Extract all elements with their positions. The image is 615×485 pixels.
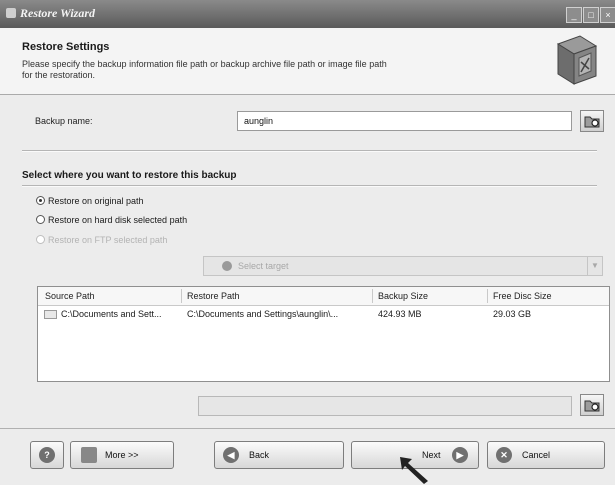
backup-cube-icon <box>556 35 598 85</box>
description-line-1: Please specify the backup information fi… <box>22 59 387 69</box>
backup-name-field[interactable]: aunglin <box>237 111 572 131</box>
table-header: Source Path Restore Path Backup Size Fre… <box>38 287 609 306</box>
radio-hard-disk-path-label: Restore on hard disk selected path <box>48 215 188 225</box>
chevron-down-icon: ▼ <box>587 257 602 275</box>
browse-restore-path-button[interactable] <box>580 394 604 416</box>
column-source-path[interactable]: Source Path <box>45 291 95 301</box>
folder-icon <box>44 310 57 319</box>
column-backup-size[interactable]: Backup Size <box>378 291 428 301</box>
restore-path-field <box>198 396 572 416</box>
minimize-icon[interactable]: _ <box>566 7 582 23</box>
wizard-header: Restore Settings Please specify the back… <box>0 28 615 95</box>
more-button[interactable]: More >> <box>70 441 174 469</box>
select-target-placeholder: Select target <box>238 261 289 271</box>
help-button[interactable]: ? <box>30 441 64 469</box>
pointer-arrow-icon <box>400 457 428 484</box>
browse-folder-icon <box>584 400 600 412</box>
restore-paths-table: Source Path Restore Path Backup Size Fre… <box>37 286 610 382</box>
description-line-2: for the restoration. <box>22 70 96 80</box>
column-separator <box>181 289 182 303</box>
column-restore-path[interactable]: Restore Path <box>187 291 240 301</box>
table-row[interactable]: C:\Documents and Sett... C:\Documents an… <box>38 306 609 322</box>
help-icon: ? <box>39 447 55 463</box>
restore-location-title: Select where you want to restore this ba… <box>22 170 237 181</box>
cell-backup-size: 424.93 MB <box>378 309 422 319</box>
close-icon[interactable]: × <box>600 7 615 23</box>
window-title: Restore Wizard <box>20 6 96 20</box>
maximize-icon[interactable]: □ <box>583 7 599 23</box>
cancel-button-label: Cancel <box>522 450 551 460</box>
browse-backup-button[interactable] <box>580 110 604 132</box>
column-separator <box>487 289 488 303</box>
back-button[interactable]: ◀ Back <box>214 441 344 469</box>
backup-name-label: Backup name: <box>35 116 93 126</box>
radio-ftp-path: Restore on FTP selected path <box>36 235 167 245</box>
cell-source-path: C:\Documents and Sett... <box>61 309 162 319</box>
cell-free-disc-size: 29.03 GB <box>493 309 532 319</box>
title-bar: Restore Wizard _ □ × <box>0 0 615 28</box>
divider <box>22 150 597 152</box>
radio-button-disabled <box>36 235 45 244</box>
cell-restore-path: C:\Documents and Settings\aunglin\... <box>187 309 339 319</box>
radio-hard-disk-path[interactable]: Restore on hard disk selected path <box>36 215 187 225</box>
target-drive-icon <box>222 261 232 271</box>
column-free-disc-size[interactable]: Free Disc Size <box>493 291 552 301</box>
radio-button-selected[interactable] <box>36 196 45 205</box>
cancel-button[interactable]: ✕ Cancel <box>487 441 605 469</box>
page-description: Please specify the backup information fi… <box>22 59 462 81</box>
radio-button[interactable] <box>36 215 45 224</box>
back-arrow-icon: ◀ <box>223 447 239 463</box>
next-arrow-icon: ▶ <box>452 447 468 463</box>
radio-ftp-path-label: Restore on FTP selected path <box>48 235 168 245</box>
back-button-label: Back <box>249 450 270 460</box>
disk-icon <box>81 447 97 463</box>
footer-divider <box>0 428 615 429</box>
restore-wizard-window: Restore Wizard _ □ × Restore Settings Pl… <box>0 0 615 485</box>
radio-original-path-label: Restore on original path <box>48 196 144 206</box>
app-icon <box>6 8 16 18</box>
section-divider <box>22 185 597 187</box>
page-title: Restore Settings <box>22 41 110 53</box>
cancel-icon: ✕ <box>496 447 512 463</box>
select-target-dropdown: Select target ▼ <box>203 256 603 276</box>
radio-original-path[interactable]: Restore on original path <box>36 196 144 206</box>
more-button-label: More >> <box>105 450 139 460</box>
column-separator <box>372 289 373 303</box>
browse-folder-icon <box>584 116 600 128</box>
